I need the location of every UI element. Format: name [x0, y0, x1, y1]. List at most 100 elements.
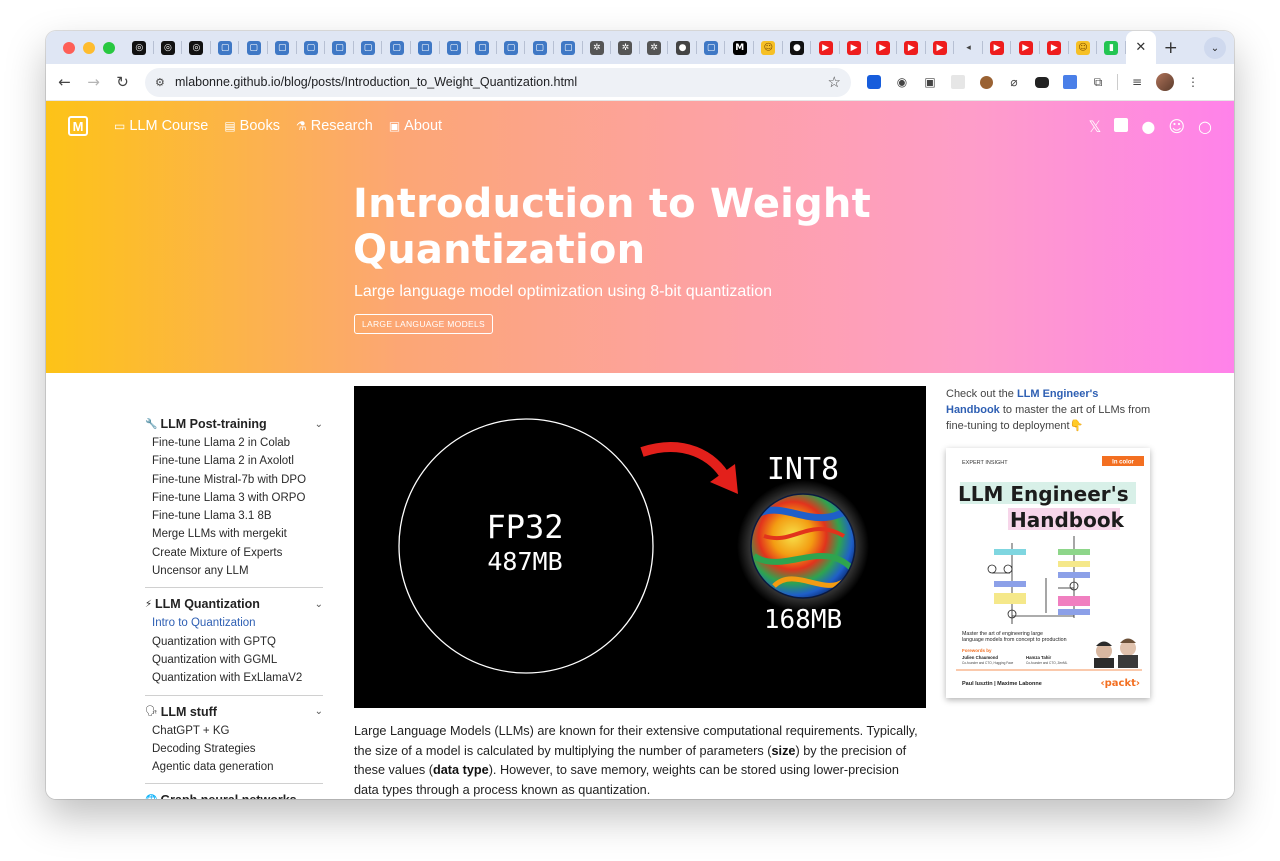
blank-extension-icon[interactable]: [949, 73, 967, 91]
translate-icon[interactable]: [1061, 73, 1079, 91]
bookmark-star-icon[interactable]: ☆: [828, 73, 841, 91]
book-icon: ▮: [1104, 40, 1119, 55]
sidebar-section-header[interactable]: 🗣 LLM stuff ⌄: [145, 702, 323, 722]
chevron-down-icon[interactable]: ⌄: [315, 599, 323, 610]
browser-tab[interactable]: ▢: [440, 31, 469, 64]
browser-tab[interactable]: ▢: [239, 31, 268, 64]
chevron-down-icon[interactable]: ⌄: [315, 795, 323, 799]
back-button[interactable]: ←: [50, 73, 79, 91]
close-tab-icon[interactable]: ✕: [1135, 40, 1146, 55]
minimize-window-button[interactable]: [83, 41, 95, 54]
bitwarden-icon[interactable]: [865, 73, 883, 91]
picture-in-picture-icon[interactable]: ▣: [921, 73, 939, 91]
browser-tab[interactable]: ✲: [611, 31, 640, 64]
browser-tab[interactable]: ▢: [268, 31, 297, 64]
browser-tab[interactable]: ▢: [211, 31, 240, 64]
sidebar-item[interactable]: Quantization with GGML: [152, 651, 323, 669]
profile-avatar[interactable]: [1156, 73, 1174, 91]
browser-tab[interactable]: ▢: [525, 31, 554, 64]
browser-tab[interactable]: ▶: [1011, 31, 1040, 64]
forward-button[interactable]: →: [79, 73, 108, 91]
browser-tab[interactable]: ▶: [926, 31, 955, 64]
browser-tab[interactable]: ▢: [554, 31, 583, 64]
browser-tab[interactable]: ▶: [1040, 31, 1069, 64]
sidebar-section-header[interactable]: ⚡ LLM Quantization ⌄: [145, 594, 323, 614]
strikethrough-icon[interactable]: ⌀: [1005, 73, 1023, 91]
browser-tab[interactable]: ▮: [1097, 31, 1126, 64]
browser-tab[interactable]: ▶: [983, 31, 1012, 64]
notebook-icon: ▢: [303, 40, 318, 55]
sidebar-item[interactable]: Intro to Quantization: [152, 614, 323, 632]
browser-tab[interactable]: ◎: [182, 31, 211, 64]
sidebar-item[interactable]: Fine-tune Llama 2 in Axolotl: [152, 452, 323, 470]
browser-tab[interactable]: ●: [668, 31, 697, 64]
camera-icon[interactable]: ◉: [893, 73, 911, 91]
browser-tab[interactable]: ▢: [497, 31, 526, 64]
browser-tab[interactable]: ✲: [640, 31, 669, 64]
address-bar[interactable]: ⚙ mlabonne.github.io/blog/posts/Introduc…: [145, 67, 851, 97]
site-logo[interactable]: M: [68, 116, 88, 136]
sidebar-item[interactable]: Fine-tune Mistral-7b with DPO: [152, 471, 323, 489]
github-icon[interactable]: ●: [1141, 117, 1155, 136]
browser-tab[interactable]: ▢: [325, 31, 354, 64]
sidebar-item[interactable]: Fine-tune Llama 3 with ORPO: [152, 489, 323, 507]
sidebar-item[interactable]: Uncensor any LLM: [152, 562, 323, 580]
nav-link-llm-course[interactable]: ▭ LLM Course: [114, 118, 208, 134]
browser-tab[interactable]: ▢: [297, 31, 326, 64]
browser-tab[interactable]: ▢: [411, 31, 440, 64]
book-cover[interactable]: EXPERT INSIGHT In color LLM Engineer's H…: [946, 448, 1150, 698]
sidebar-section-header[interactable]: 🔧 LLM Post-training ⌄: [145, 414, 323, 434]
new-tab-button[interactable]: +: [1156, 38, 1186, 58]
browser-tab[interactable]: ▶: [868, 31, 897, 64]
sidebar-item[interactable]: Fine-tune Llama 3.1 8B: [152, 507, 323, 525]
site-info-icon[interactable]: ⚙: [155, 76, 173, 89]
maximize-window-button[interactable]: [103, 41, 115, 54]
search-icon[interactable]: ○: [1198, 117, 1212, 136]
browser-tab[interactable]: ●: [783, 31, 812, 64]
chevron-down-icon[interactable]: ⌄: [315, 706, 323, 717]
chevron-down-icon[interactable]: ⌄: [315, 419, 323, 430]
extensions-puzzle-icon[interactable]: ⧉: [1089, 73, 1107, 91]
cookie-icon[interactable]: [977, 73, 995, 91]
tab-search-chevron-icon[interactable]: ⌄: [1204, 37, 1226, 59]
sidebar-item[interactable]: Agentic data generation: [152, 758, 323, 776]
sidebar-item[interactable]: Decoding Strategies: [152, 740, 323, 758]
browser-tab[interactable]: ◎: [125, 31, 154, 64]
nav-link-about[interactable]: ▣ About: [389, 118, 442, 134]
sidebar-section-header[interactable]: 🌐Graph neural networks ⌄: [145, 790, 323, 799]
sidebar-item[interactable]: Merge LLMs with mergekit: [152, 525, 323, 543]
browser-tab[interactable]: ▶: [811, 31, 840, 64]
browser-tab[interactable]: ▢: [468, 31, 497, 64]
browser-tab[interactable]: ✲: [583, 31, 612, 64]
sidebar-item[interactable]: Quantization with ExLlamaV2: [152, 669, 323, 687]
nav-link-research[interactable]: ⚗ Research: [296, 118, 373, 134]
browser-tab[interactable]: ◂: [954, 31, 983, 64]
site-navbar: M ▭ LLM Course ▤ Books ⚗ Research ▣ About 𝕏 ● ☺…: [68, 115, 1212, 137]
browser-tab[interactable]: ☺: [1069, 31, 1098, 64]
browser-menu-icon[interactable]: ⋮: [1184, 73, 1202, 91]
browser-tab[interactable]: ▢: [697, 31, 726, 64]
browser-tab[interactable]: ☺: [754, 31, 783, 64]
hugging-face-icon[interactable]: ☺: [1168, 117, 1185, 136]
reload-button[interactable]: ↻: [108, 73, 137, 91]
reading-list-icon[interactable]: ≡: [1128, 73, 1146, 91]
x-twitter-icon[interactable]: 𝕏: [1088, 117, 1101, 136]
url-text[interactable]: mlabonne.github.io/blog/posts/Introducti…: [175, 75, 577, 89]
linkedin-icon[interactable]: [1114, 117, 1129, 136]
sidebar-item[interactable]: Quantization with GPTQ: [152, 633, 323, 651]
sidebar-item[interactable]: ChatGPT + KG: [152, 722, 323, 740]
active-tab[interactable]: ✕: [1125, 31, 1156, 64]
browser-window: ◎ ◎ ◎ ▢ ▢ ▢ ▢ ▢ ▢ ▢ ▢ ▢ ▢ ▢ ▢ ▢ ✲ ✲ ✲ ● ▢ M ☺ ● ▶ ▶ ▶ ▶ ▶ ◂ ▶ ▶ ▶ ☺ ▮ ✕ + …: [46, 31, 1234, 799]
browser-tab[interactable]: ▶: [840, 31, 869, 64]
browser-tab[interactable]: ▢: [354, 31, 383, 64]
browser-tab[interactable]: ▢: [382, 31, 411, 64]
close-window-button[interactable]: [63, 41, 75, 54]
sidebar-item[interactable]: Create Mixture of Experts: [152, 544, 323, 562]
category-tag[interactable]: LARGE LANGUAGE MODELS: [354, 314, 493, 334]
sidebar-item[interactable]: Fine-tune Llama 2 in Colab: [152, 434, 323, 452]
nav-link-books[interactable]: ▤ Books: [224, 118, 280, 134]
browser-tab[interactable]: M: [725, 31, 754, 64]
gamepad-icon[interactable]: [1033, 73, 1051, 91]
browser-tab[interactable]: ◎: [154, 31, 183, 64]
browser-tab[interactable]: ▶: [897, 31, 926, 64]
